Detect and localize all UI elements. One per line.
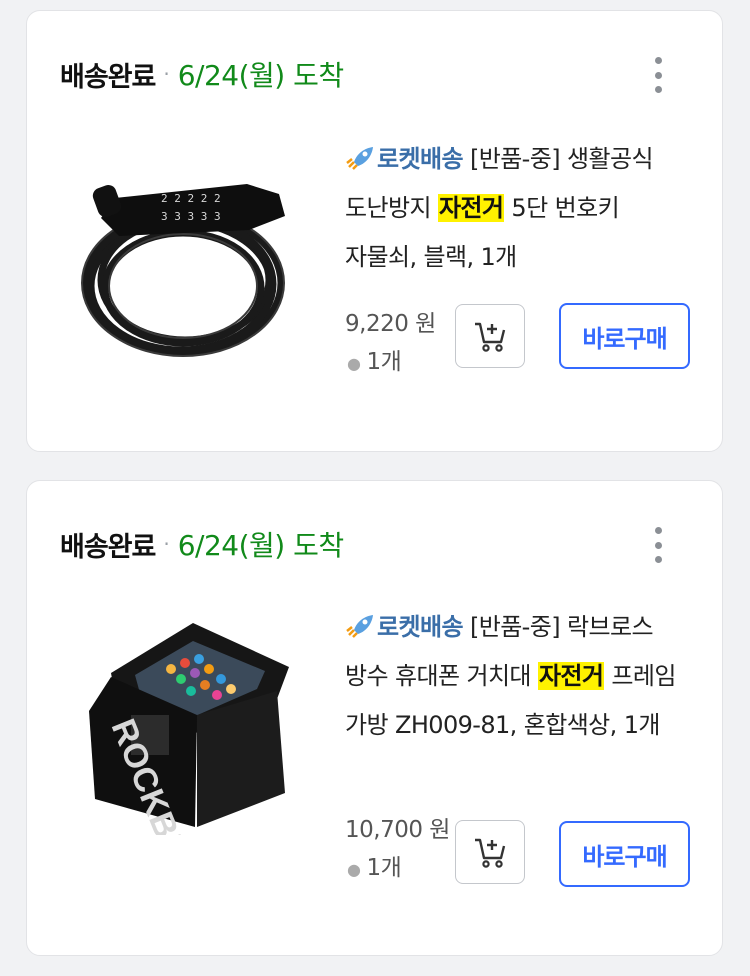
rocket-delivery-badge: 로켓배송	[345, 613, 464, 641]
product-thumbnail[interactable]: ROCKBROS	[71, 603, 303, 912]
delivery-status: 배송완료 · 6/24(월) 도착	[60, 527, 344, 563]
badge-label: 로켓배송	[377, 145, 464, 173]
rocket-delivery-badge: 로켓배송	[345, 145, 464, 173]
quantity: 1개	[366, 349, 402, 375]
arrival-date: 6/24(월) 도착	[177, 529, 344, 562]
price-info: 10,700 원 ● 1개	[345, 811, 455, 889]
rocket-icon	[346, 147, 373, 170]
kebab-icon[interactable]	[646, 57, 670, 93]
add-to-cart-icon	[475, 322, 506, 352]
price: 10,700 원	[345, 817, 450, 843]
add-to-cart-button[interactable]	[455, 820, 525, 884]
svg-text:3 3 3 3 3: 3 3 3 3 3	[161, 210, 221, 223]
product-title[interactable]: 로켓배송 [반품-중] 생활공식 도난방지 자전거 5단 번호키 자물쇠, 블랙…	[345, 135, 695, 282]
add-to-cart-icon	[475, 838, 506, 868]
status-label: 배송완료	[60, 531, 156, 563]
bike-frame-bag-photo-icon: ROCKBROS	[89, 623, 289, 912]
search-highlight: 자전거	[537, 662, 605, 690]
product-thumbnail[interactable]: 2 2 2 2 2 3 3 3 3 3	[71, 158, 303, 390]
price: 9,220 원	[345, 311, 436, 337]
order-card[interactable]: 배송완료 · 6/24(월) 도착 2 2 2 2 2 3 3 3 3 3 로켓…	[26, 10, 723, 452]
arrival-date: 6/24(월) 도착	[177, 59, 344, 92]
separator-dot: ·	[163, 62, 170, 86]
separator-dot: ·	[163, 532, 170, 556]
order-card[interactable]: 배송완료 · 6/24(월) 도착 ROCKBROS 로켓배송 [반품-중] 락…	[26, 480, 723, 956]
product-title[interactable]: 로켓배송 [반품-중] 락브로스 방수 휴대폰 거치대 자전거 프레임 가방 Z…	[345, 603, 695, 750]
kebab-icon[interactable]	[646, 527, 670, 563]
badge-label: 로켓배송	[377, 613, 464, 641]
delivery-status: 배송완료 · 6/24(월) 도착	[60, 57, 344, 93]
add-to-cart-button[interactable]	[455, 304, 525, 368]
quantity: 1개	[366, 855, 402, 881]
status-label: 배송완료	[60, 61, 156, 93]
svg-text:2 2 2 2 2: 2 2 2 2 2	[161, 192, 221, 205]
cable-lock-photo-icon: 2 2 2 2 2 3 3 3 3 3	[81, 184, 285, 357]
rocket-icon	[346, 615, 373, 638]
buy-now-button[interactable]: 바로구매	[559, 303, 690, 369]
price-info: 9,220 원 ● 1개	[345, 305, 455, 383]
buy-now-button[interactable]: 바로구매	[559, 821, 690, 887]
search-highlight: 자전거	[437, 194, 505, 222]
